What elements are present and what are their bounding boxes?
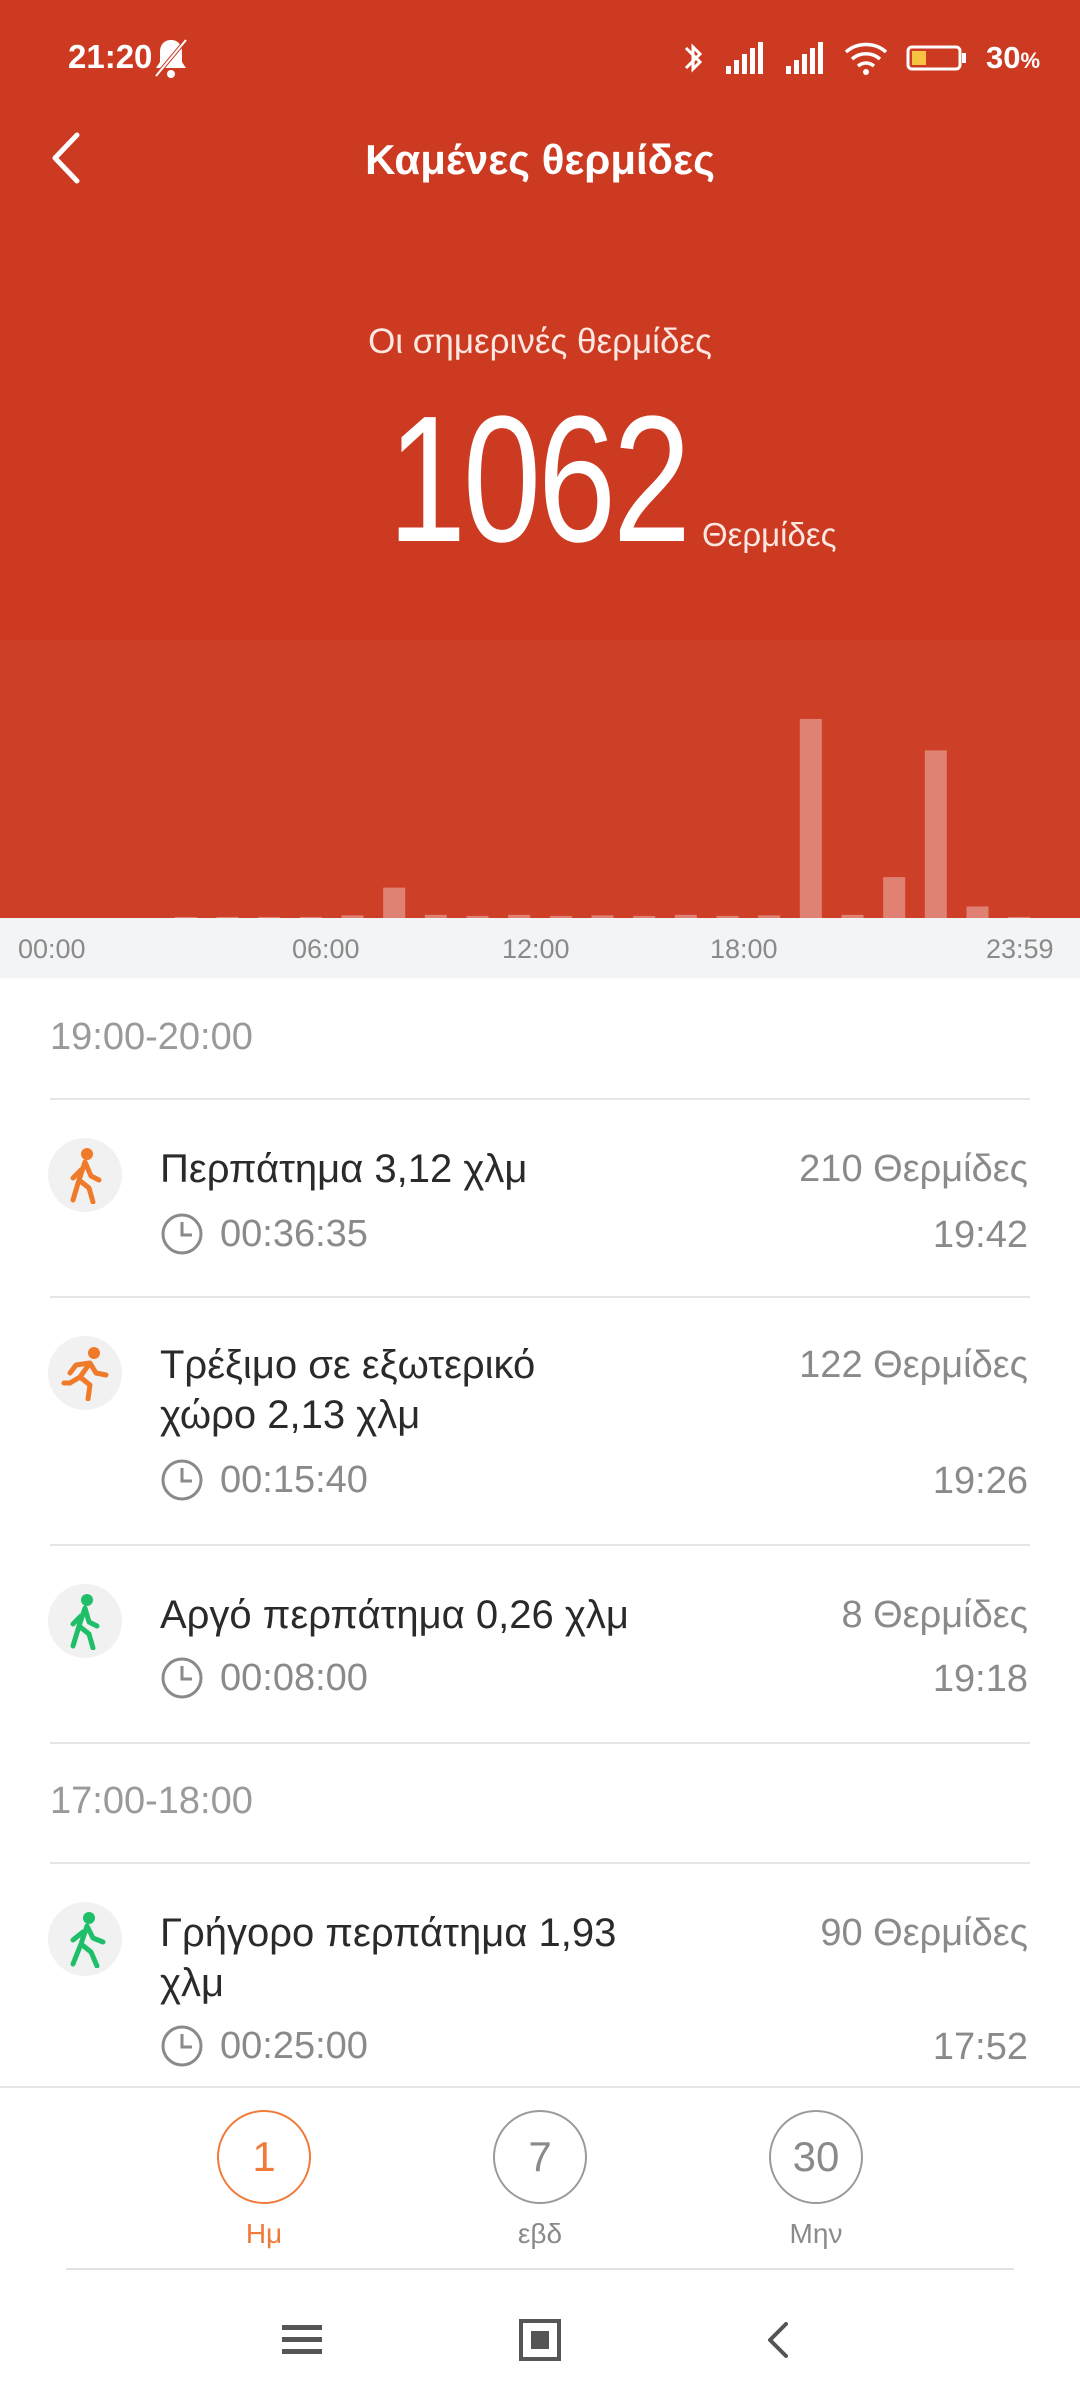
activity-calories: 90 Θερμίδες <box>820 1912 1028 1954</box>
activity-calories: 8 Θερμίδες <box>841 1594 1028 1636</box>
chart-time-axis: 00:00 06:00 12:00 18:00 23:59 <box>0 918 1080 978</box>
chart-bar <box>966 906 989 918</box>
period-week-button[interactable]: 7 εβδ <box>470 2110 610 2250</box>
running-icon <box>48 1336 122 1410</box>
group-time-range: 17:00-18:00 <box>50 1780 253 1822</box>
period-week-value: 7 <box>493 2110 587 2204</box>
brisk-walking-icon <box>48 1902 122 1976</box>
nav-back-button[interactable] <box>748 2310 808 2370</box>
activity-duration: 00:15:40 <box>160 1458 368 1502</box>
system-nav-bar <box>0 2270 1080 2400</box>
axis-tick-label: 12:00 <box>502 934 570 964</box>
activity-title: Γρήγορο περπάτημα 1,93 χλμ <box>160 1911 617 2005</box>
slow-walking-icon <box>48 1584 122 1658</box>
clock-icon <box>161 1657 203 1699</box>
calories-value: 1062 <box>388 379 691 580</box>
activity-title: Τρέξιμο σε εξωτερικό χώρο 2,13 χλμ <box>160 1343 536 1437</box>
activity-calories: 122 Θερμίδες <box>799 1344 1028 1386</box>
activity-item-brisk-walking[interactable]: Γρήγορο περπάτημα 1,93 χλμ 90 Θερμίδες 0… <box>0 1864 1080 2084</box>
chevron-left-icon <box>768 2322 788 2358</box>
wifi-icon <box>844 42 888 75</box>
clock-icon <box>161 1213 203 1255</box>
activity-duration: 00:08:00 <box>160 1656 368 1700</box>
chart-bar <box>924 750 947 918</box>
period-day-label: Ημ <box>245 2218 283 2249</box>
activity-item-slow-walking[interactable]: Αργό περπάτημα 0,26 χλμ 8 Θερμίδες 00:08… <box>0 1546 1080 1742</box>
period-selector: 1 Ημ 7 εβδ 30 Μην <box>0 2086 1080 2270</box>
period-month-value: 30 <box>769 2110 863 2204</box>
status-icons: 30% <box>682 36 1040 80</box>
chart-bar <box>383 887 406 918</box>
axis-tick-label: 00:00 <box>18 934 86 964</box>
activity-item-running[interactable]: Τρέξιμο σε εξωτερικό χώρο 2,13 χλμ 122 Θ… <box>0 1298 1080 1544</box>
menu-icon <box>282 2325 322 2354</box>
status-time: 21:20 <box>68 38 153 75</box>
activity-title: Περπάτημα 3,12 χλμ <box>160 1147 528 1191</box>
today-calories-label: Οι σημερινές θερμίδες <box>368 322 712 361</box>
period-month-label: Μην <box>789 2218 843 2249</box>
axis-tick-label: 23:59 <box>986 934 1054 964</box>
axis-tick-label: 18:00 <box>710 934 778 964</box>
page-title: Καμένες θερμίδες <box>365 136 715 183</box>
bluetooth-icon <box>684 43 703 73</box>
walking-icon <box>48 1138 122 1212</box>
menu-button[interactable] <box>272 2310 332 2370</box>
axis-tick-label: 06:00 <box>292 934 360 964</box>
activity-time: 19:18 <box>932 1658 1028 1700</box>
activity-duration: 00:36:35 <box>160 1212 368 1256</box>
period-day-value: 1 <box>217 2110 311 2204</box>
period-day-button[interactable]: 1 Ημ <box>194 2110 334 2250</box>
header: 21:20 30% Καμένες θερμίδες Οι σημερινές … <box>0 0 1080 918</box>
clock-icon <box>161 2025 203 2067</box>
period-month-button[interactable]: 30 Μην <box>746 2110 886 2250</box>
activity-time: 19:42 <box>932 1214 1028 1256</box>
clock-icon <box>161 1459 203 1501</box>
calories-unit: Θερμίδες <box>702 516 837 553</box>
activity-time: 17:52 <box>932 2026 1028 2068</box>
activity-item-walking[interactable]: Περπάτημα 3,12 χλμ 210 Θερμίδες 00:36:35… <box>0 1100 1080 1298</box>
signal-icon <box>725 42 763 74</box>
alarm-off-icon <box>154 38 188 78</box>
chart-bar <box>883 877 906 918</box>
divider <box>50 1742 1030 1744</box>
signal-icon <box>785 42 823 74</box>
chart-plot-area <box>0 640 1080 918</box>
activity-title: Αργό περπάτημα 0,26 χλμ <box>160 1593 629 1637</box>
chart-bar <box>799 718 822 918</box>
home-square-icon <box>519 2319 561 2361</box>
battery-percent: 30% <box>985 40 1040 75</box>
group-time-range: 19:00-20:00 <box>50 1016 253 1058</box>
home-button[interactable] <box>510 2310 570 2370</box>
activity-duration: 00:25:00 <box>160 2024 368 2068</box>
period-week-label: εβδ <box>517 2218 563 2249</box>
activity-time: 19:26 <box>932 1460 1028 1502</box>
battery-icon <box>906 45 966 71</box>
activity-calories: 210 Θερμίδες <box>799 1148 1028 1190</box>
status-bar: 21:20 30% <box>0 0 1080 120</box>
